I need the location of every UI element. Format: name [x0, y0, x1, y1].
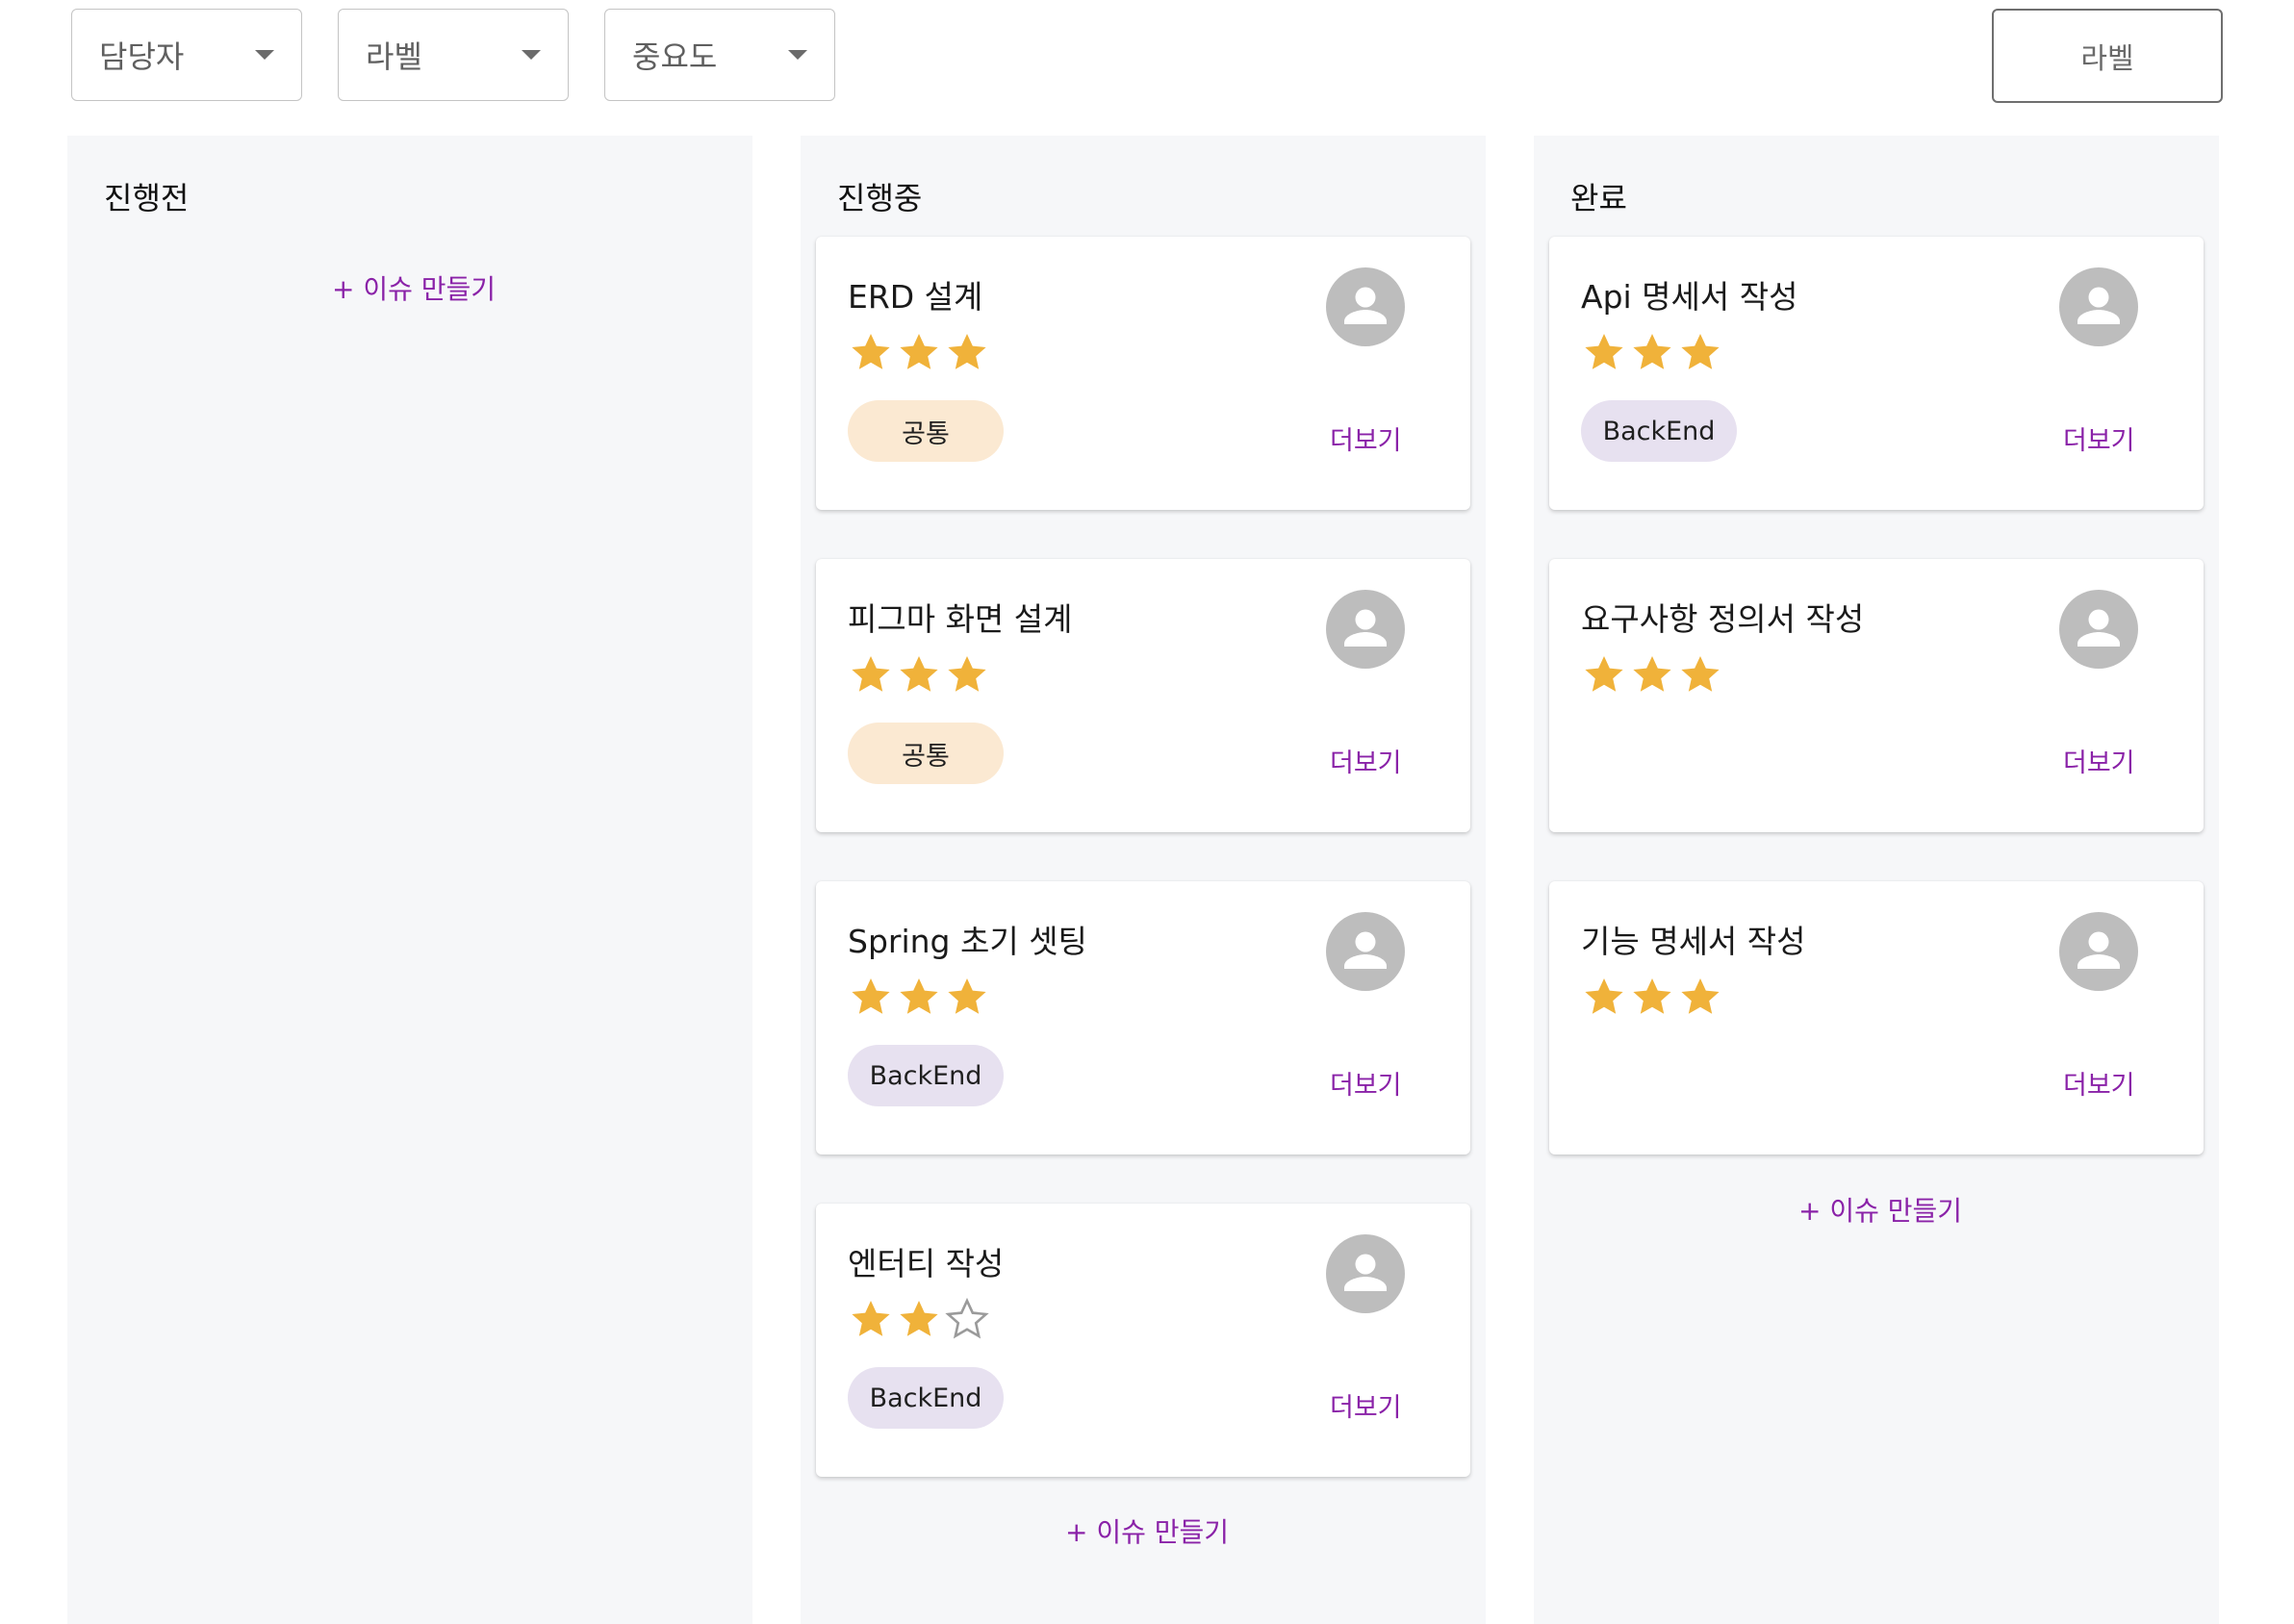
priority-rating	[848, 1296, 990, 1346]
issue-title: 엔터티 작성	[848, 1245, 1005, 1282]
label-button[interactable]: 라벨	[1992, 9, 2223, 103]
more-link[interactable]: 더보기	[1330, 742, 1402, 779]
assignee-filter-select[interactable]: 담당자	[71, 9, 302, 101]
label-filter-select[interactable]: 라벨	[338, 9, 569, 101]
more-link[interactable]: 더보기	[1330, 1064, 1402, 1102]
issue-title: Api 명세서 작성	[1581, 278, 1798, 316]
star-icon	[848, 329, 894, 379]
issue-card[interactable]: Api 명세서 작성 BackEnd 더보기	[1549, 237, 2204, 510]
column-title: 진행중	[837, 180, 923, 216]
star-icon	[944, 651, 990, 701]
star-icon	[896, 329, 942, 379]
more-link[interactable]: 더보기	[1330, 1386, 1402, 1424]
person-icon[interactable]	[1326, 590, 1405, 669]
star-outline-icon	[944, 1296, 990, 1346]
person-icon[interactable]	[2059, 590, 2138, 669]
column-todo: 진행전 + 이슈 만들기	[67, 136, 752, 1624]
issue-card[interactable]: 엔터티 작성 BackEnd 더보기	[816, 1204, 1470, 1477]
star-icon	[1581, 974, 1627, 1024]
priority-rating	[1581, 974, 1723, 1024]
issue-card[interactable]: Spring 초기 셋팅 BackEnd 더보기	[816, 881, 1470, 1155]
star-icon	[896, 974, 942, 1024]
star-icon	[896, 1296, 942, 1346]
person-icon[interactable]	[1326, 912, 1405, 991]
column-title: 진행전	[104, 180, 190, 216]
issue-title: Spring 초기 셋팅	[848, 923, 1087, 960]
priority-rating	[848, 329, 990, 379]
issue-card[interactable]: 피그마 화면 설계공통 더보기	[816, 559, 1470, 832]
priority-rating	[1581, 651, 1723, 701]
label-tag: BackEnd	[848, 1045, 1004, 1106]
star-icon	[848, 651, 894, 701]
priority-filter-label: 중요도	[632, 38, 718, 75]
issue-card[interactable]: 요구사항 정의서 작성더보기	[1549, 559, 2204, 832]
person-icon[interactable]	[1326, 267, 1405, 346]
label-tag: 공통	[848, 400, 1004, 462]
more-link[interactable]: 더보기	[2063, 419, 2135, 457]
issue-title: 요구사항 정의서 작성	[1581, 600, 1865, 638]
star-icon	[1629, 974, 1675, 1024]
add-issue-button[interactable]: + 이슈 만들기	[1798, 1190, 1962, 1229]
star-icon	[896, 651, 942, 701]
issue-card[interactable]: ERD 설계공통 더보기	[816, 237, 1470, 510]
issue-title: 피그마 화면 설계	[848, 600, 1073, 638]
more-link[interactable]: 더보기	[2063, 742, 2135, 779]
star-icon	[1581, 651, 1627, 701]
more-link[interactable]: 더보기	[1330, 419, 1402, 457]
priority-rating	[1581, 329, 1723, 379]
priority-rating	[848, 651, 990, 701]
star-icon	[944, 329, 990, 379]
person-icon[interactable]	[1326, 1234, 1405, 1313]
person-icon[interactable]	[2059, 912, 2138, 991]
issue-card[interactable]: 기능 명세서 작성더보기	[1549, 881, 2204, 1155]
chevron-down-icon	[522, 50, 541, 60]
priority-rating	[848, 974, 990, 1024]
star-icon	[1677, 329, 1723, 379]
label-tag: 공통	[848, 723, 1004, 784]
column-done: 완료 Api 명세서 작성 BackEnd 더보기 요구사항 정의서 작성 더보기 기능 …	[1534, 136, 2219, 1624]
star-icon	[944, 974, 990, 1024]
star-icon	[1629, 651, 1675, 701]
person-icon[interactable]	[2059, 267, 2138, 346]
star-icon	[848, 1296, 894, 1346]
chevron-down-icon	[788, 50, 807, 60]
star-icon	[1581, 329, 1627, 379]
issue-title: 기능 명세서 작성	[1581, 923, 1806, 960]
label-tag: BackEnd	[848, 1367, 1004, 1429]
add-issue-button[interactable]: + 이슈 만들기	[332, 268, 496, 307]
label-tag: BackEnd	[1581, 400, 1737, 462]
star-icon	[1629, 329, 1675, 379]
column-title: 완료	[1570, 180, 1627, 216]
add-issue-button[interactable]: + 이슈 만들기	[1065, 1511, 1229, 1550]
chevron-down-icon	[255, 50, 274, 60]
star-icon	[1677, 974, 1723, 1024]
star-icon	[848, 974, 894, 1024]
column-in-progress: 진행중 ERD 설계 공통 더보기 피그마 화면 설계 공통 더보기 Spring 초기 셋…	[801, 136, 1486, 1624]
more-link[interactable]: 더보기	[2063, 1064, 2135, 1102]
priority-filter-select[interactable]: 중요도	[604, 9, 835, 101]
assignee-filter-label: 담당자	[99, 38, 185, 75]
issue-title: ERD 설계	[848, 278, 983, 316]
star-icon	[1677, 651, 1723, 701]
label-filter-label: 라벨	[366, 38, 422, 75]
